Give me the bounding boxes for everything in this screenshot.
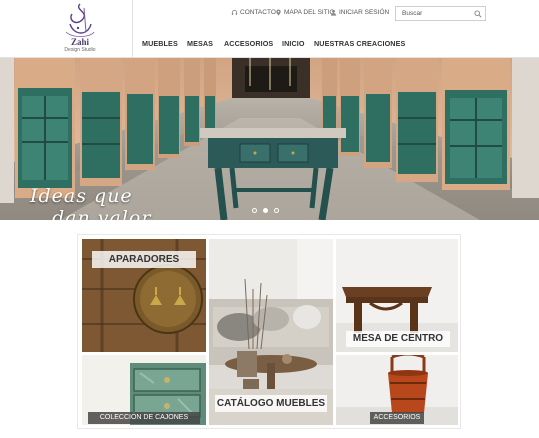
contact-label: CONTACTO — [240, 9, 276, 16]
slider-dot-1[interactable] — [252, 208, 257, 213]
headset-icon — [231, 9, 238, 16]
login-link[interactable]: INICIAR SESIÓN — [330, 9, 389, 16]
site-header: Zahi Design Studio CONTACTO MAPA DEL SIT… — [0, 0, 539, 58]
hero-tagline: Ideas que dan valor.. — [30, 185, 163, 220]
tile-coleccion-cajones[interactable]: COLECCIÓN DE CAJONES — [82, 355, 206, 425]
category-grid: APARADORES CATÁLOGO MUEBLES MESA DE CENT… — [77, 234, 461, 429]
tile-catalogo-label: CATÁLOGO MUEBLES — [215, 395, 327, 412]
site-logo[interactable]: Zahi Design Studio — [50, 2, 110, 56]
hero-tagline-line1: Ideas que — [30, 185, 133, 207]
tile-aparadores-label: APARADORES — [92, 251, 196, 268]
brand-subtitle: Design Studio — [64, 47, 96, 53]
tile-mesa-de-centro[interactable]: MESA DE CENTRO — [336, 239, 458, 352]
login-label: INICIAR SESIÓN — [339, 9, 390, 16]
slider-dot-2[interactable] — [263, 208, 268, 213]
nav-muebles[interactable]: MUEBLES — [142, 39, 178, 48]
tile-mesa-centro-label: MESA DE CENTRO — [346, 331, 450, 347]
tile-cajones-label: COLECCIÓN DE CAJONES — [88, 412, 200, 424]
user-icon — [330, 9, 337, 16]
sitemap-label: MAPA DEL SITIO — [284, 9, 335, 16]
search-icon[interactable] — [474, 10, 482, 18]
sitemap-link[interactable]: MAPA DEL SITIO — [275, 9, 335, 16]
tile-catalogo-muebles[interactable]: CATÁLOGO MUEBLES — [209, 239, 333, 425]
brand-name: Zahi — [70, 37, 89, 47]
header-divider — [132, 0, 133, 58]
nav-mesas[interactable]: MESAS — [187, 39, 213, 48]
map-pin-icon — [275, 9, 282, 16]
tile-accesorios-label: ACCESORIOS — [370, 412, 424, 424]
logo-calligraphy-icon — [65, 3, 95, 37]
slider-dot-3[interactable] — [274, 208, 279, 213]
tile-aparadores[interactable]: APARADORES — [82, 239, 206, 352]
tile-accesorios[interactable]: ACCESORIOS — [336, 355, 458, 425]
search-input[interactable] — [396, 7, 472, 20]
search-box — [395, 6, 486, 21]
hero-tagline-line2: dan valor.. — [52, 207, 164, 220]
nav-nuestras-creaciones[interactable]: NUESTRAS CREACIONES — [314, 39, 405, 48]
slider-dots — [252, 208, 279, 213]
hero-slider[interactable]: Ideas que dan valor.. — [0, 58, 539, 220]
nav-accesorios[interactable]: ACCESORIOS — [224, 39, 273, 48]
contact-link[interactable]: CONTACTO — [231, 9, 276, 16]
nav-inicio[interactable]: INICIO — [282, 39, 305, 48]
